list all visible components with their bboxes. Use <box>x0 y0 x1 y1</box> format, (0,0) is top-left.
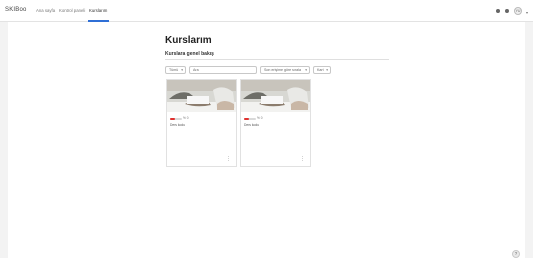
more-options-icon[interactable]: ⋮ <box>226 156 231 162</box>
main-content: Kurslarım Kurslara genel bakış Tümü ▾ Ar… <box>8 22 525 258</box>
section-title: Kurslara genel bakış <box>165 51 214 57</box>
view-dropdown[interactable]: Kart ▾ <box>313 66 331 74</box>
chevron-down-icon: ▾ <box>326 68 328 72</box>
search-input[interactable]: Ara <box>189 66 257 74</box>
progress-text: % 0 <box>257 116 263 120</box>
help-button[interactable]: ? <box>512 250 520 258</box>
nav-dashboard-link[interactable]: Kontrol paneli <box>59 8 85 13</box>
progress-bar <box>244 118 256 120</box>
user-avatar[interactable]: YU <box>514 7 522 15</box>
course-title[interactable]: Ders kodu <box>170 123 185 127</box>
search-input-placeholder: Ara <box>193 68 199 72</box>
course-image <box>167 80 236 112</box>
view-dropdown-label: Kart <box>317 68 324 72</box>
course-card[interactable]: % 0 Ders kodu ⋮ <box>240 79 311 167</box>
progress-text: % 0 <box>183 116 189 120</box>
sort-dropdown-label: Son erişime göre sırala <box>264 68 301 72</box>
grouping-dropdown-label: Tümü <box>169 68 179 72</box>
page-title: Kurslarım <box>165 35 212 46</box>
nav-home-link[interactable]: Ana sayfa <box>36 8 55 13</box>
notification-icon[interactable] <box>496 9 500 13</box>
course-image <box>241 80 310 112</box>
top-navbar: SKIBoo Ana sayfa Kontrol paneli Kursları… <box>0 0 533 22</box>
chevron-down-icon: ▾ <box>305 68 307 72</box>
more-options-icon[interactable]: ⋮ <box>300 156 305 162</box>
messages-icon[interactable] <box>505 9 509 13</box>
site-brand[interactable]: SKIBoo <box>5 7 27 13</box>
sort-dropdown[interactable]: Son erişime göre sırala ▾ <box>260 66 310 74</box>
grouping-dropdown[interactable]: Tümü ▾ <box>165 66 186 74</box>
course-card[interactable]: % 0 Ders kodu ⋮ <box>166 79 237 167</box>
progress-bar-fill <box>244 118 249 120</box>
section-divider <box>165 59 389 60</box>
course-title[interactable]: Ders kodu <box>244 123 259 127</box>
progress-bar-fill <box>170 118 175 120</box>
progress-bar <box>170 118 182 120</box>
user-menu-caret-icon[interactable]: ▾ <box>526 10 528 15</box>
chevron-down-icon: ▾ <box>181 68 183 72</box>
nav-my-courses-link[interactable]: Kurslarım <box>89 8 107 13</box>
